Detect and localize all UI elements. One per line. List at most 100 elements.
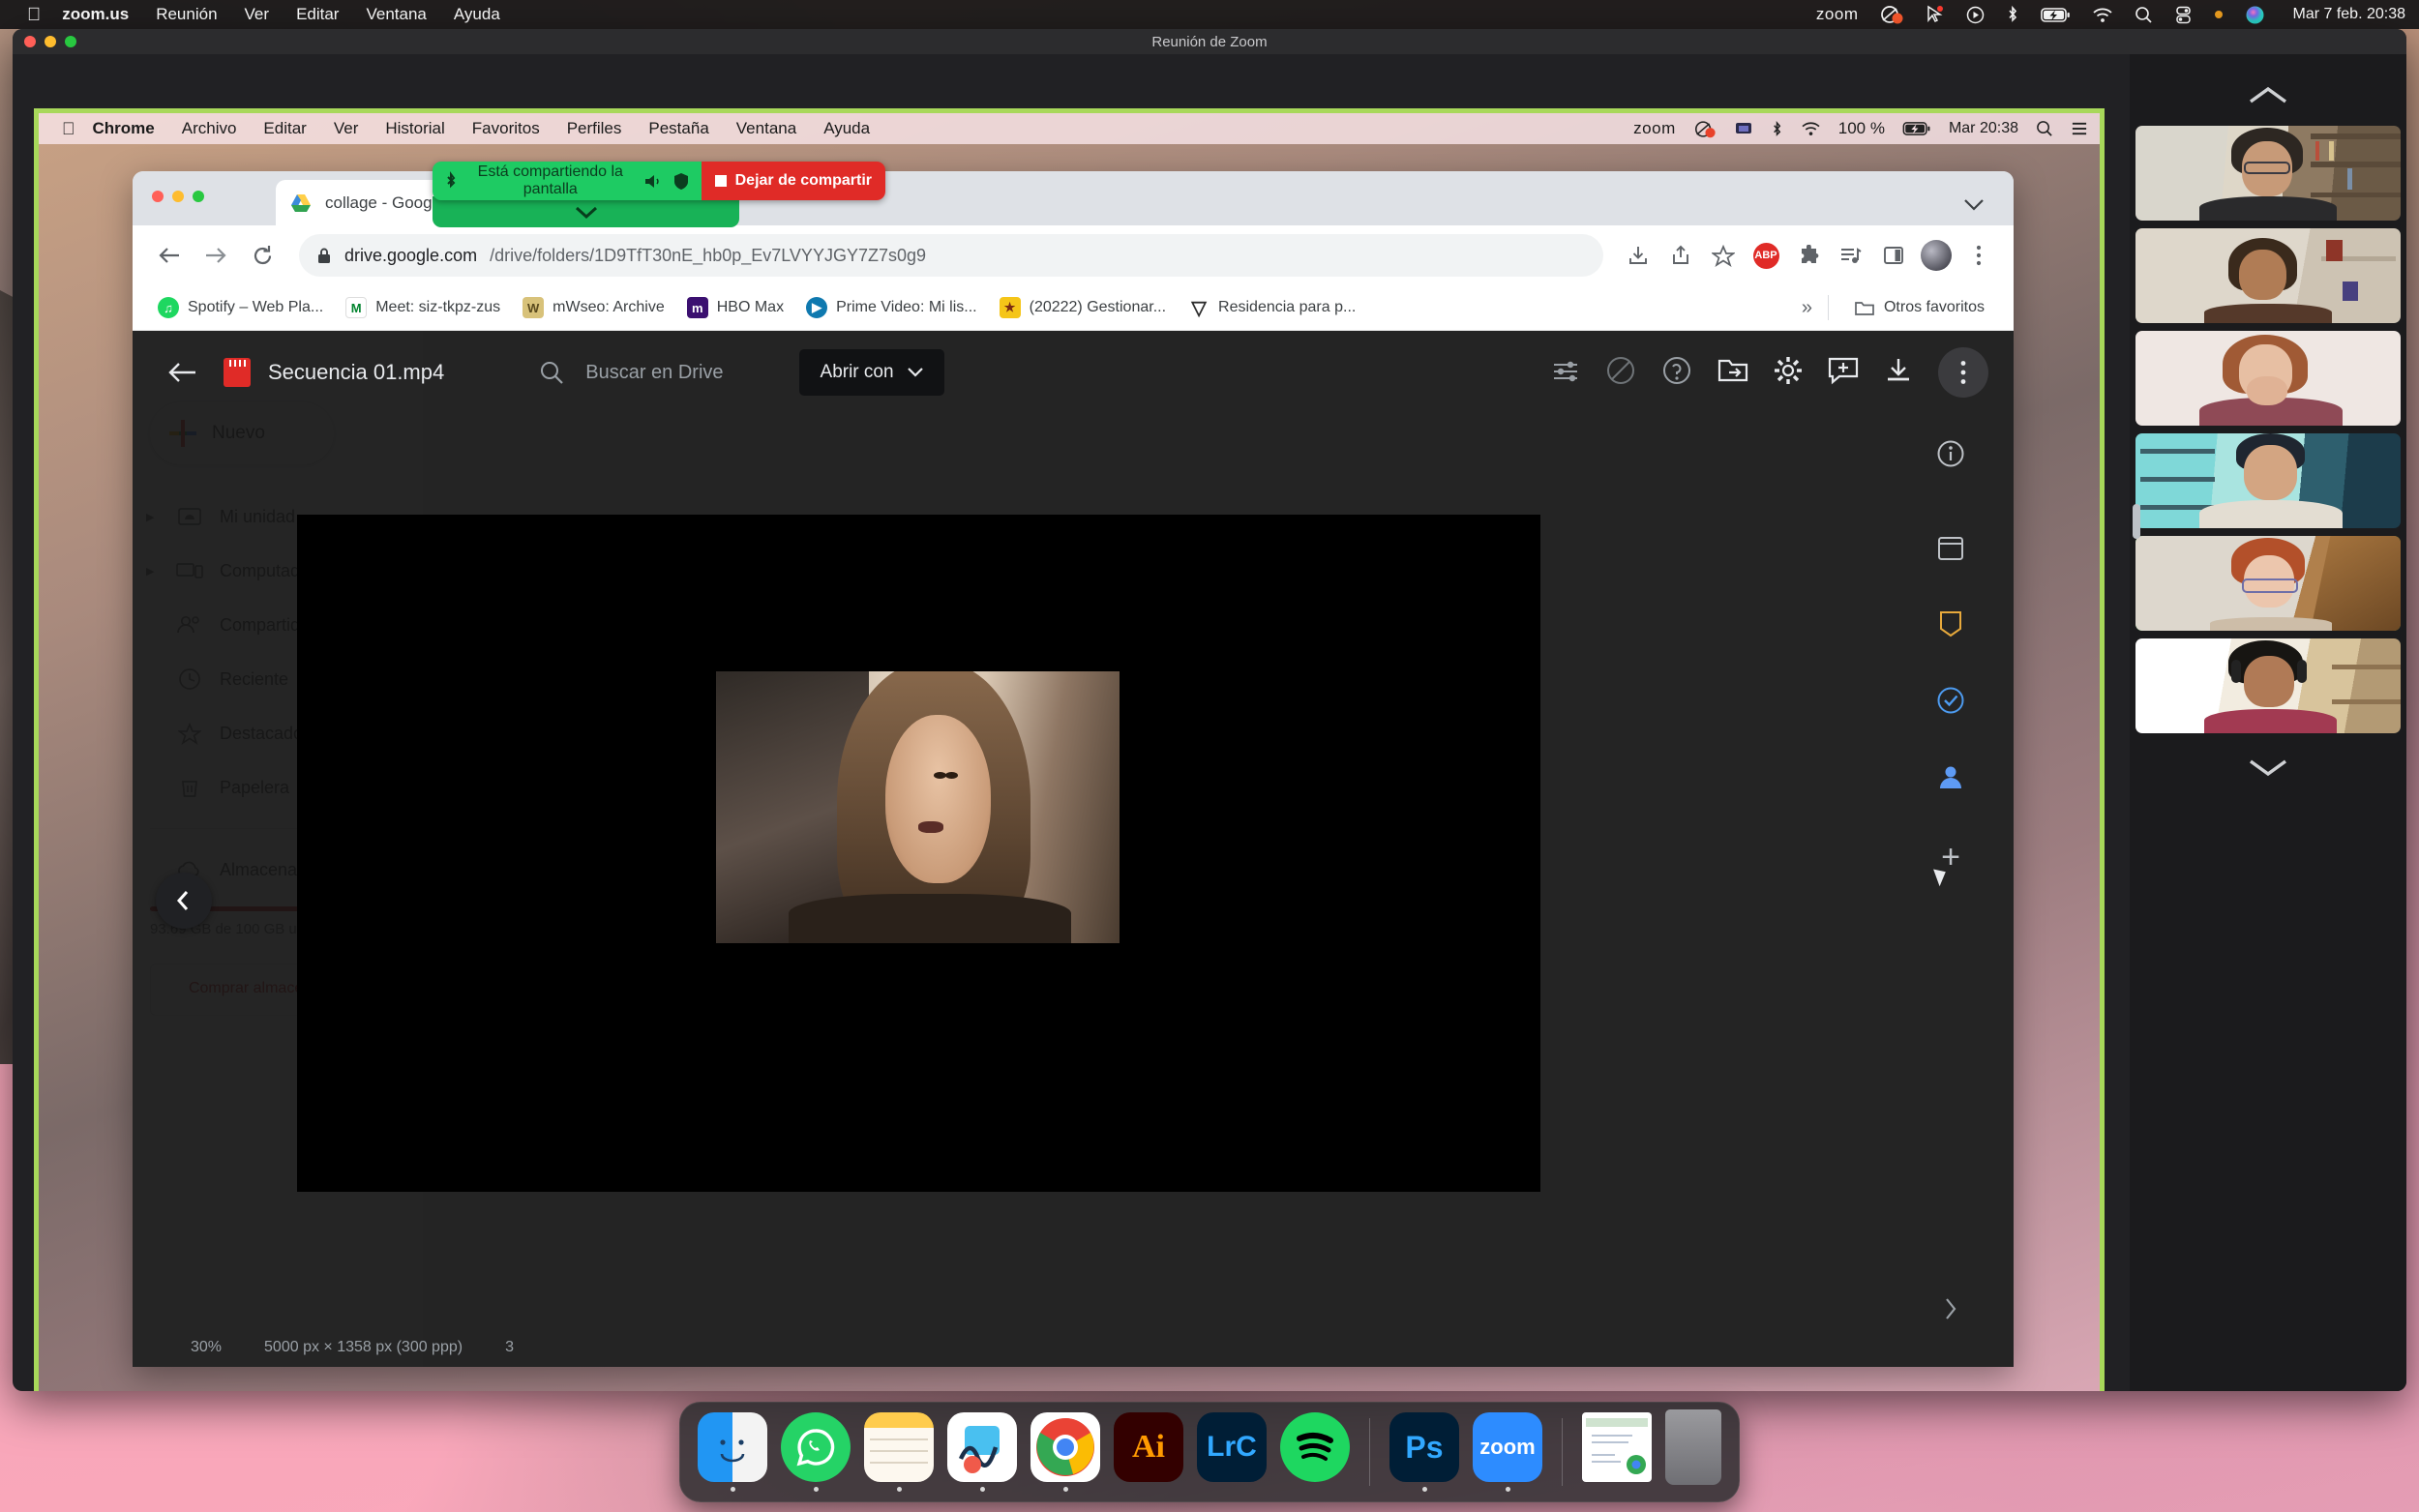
help-circle-icon[interactable]	[1661, 355, 1692, 391]
menu-item-zoomus[interactable]: zoom.us	[62, 5, 129, 24]
move-to-folder-icon[interactable]	[1717, 357, 1748, 388]
scroll-down-chevron-icon[interactable]	[2247, 741, 2289, 797]
screen-cursor-icon[interactable]	[1926, 5, 1945, 24]
shared-wifi-icon[interactable]	[1801, 121, 1821, 136]
bookmark-meet[interactable]: M Meet: siz-tkpz-zus	[336, 291, 510, 324]
other-bookmarks-button[interactable]: Otros favoritos	[1844, 293, 1994, 323]
menubar-clock[interactable]: Mar 7 feb. 20:38	[2292, 6, 2405, 23]
sharing-status-bar[interactable]: Está compartiendo la pantalla	[433, 162, 702, 200]
zoom-status-label[interactable]: zoom	[1816, 5, 1859, 24]
bookmark-prime-video[interactable]: ▶ Prime Video: Mi lis...	[796, 291, 987, 324]
zoom-window-controls[interactable]	[24, 36, 76, 47]
shared-menu-item-pestana[interactable]: Pestaña	[648, 119, 708, 138]
speaker-icon[interactable]	[643, 173, 663, 190]
focus-dot-icon[interactable]	[2214, 10, 2224, 19]
dock-item-zoom[interactable]: zoom	[1473, 1412, 1542, 1492]
bookmark-spotify[interactable]: ♫ Spotify – Web Pla...	[148, 291, 333, 324]
video-player-stage[interactable]	[297, 515, 1540, 1192]
sidebar-collapse-button[interactable]	[156, 873, 212, 929]
bluetooth-icon[interactable]	[2006, 5, 2019, 24]
finder-icon[interactable]	[698, 1412, 767, 1482]
shared-screen-share-icon[interactable]	[1734, 120, 1753, 138]
download-icon[interactable]	[1884, 356, 1913, 390]
shared-menu-item-favoritos[interactable]: Favoritos	[472, 119, 540, 138]
shared-zoom-recording-icon[interactable]	[1693, 120, 1717, 138]
filmstrip-scrollbar[interactable]	[2133, 504, 2140, 539]
kebab-menu-icon[interactable]	[1959, 236, 1998, 275]
participant-tile[interactable]	[2135, 126, 2401, 221]
minimized-window-icon[interactable]	[1582, 1412, 1652, 1482]
notes-icon[interactable]	[864, 1412, 934, 1482]
address-bar[interactable]: drive.google.com/drive/folders/1D9TfT30n…	[299, 234, 1603, 277]
back-arrow-icon[interactable]	[148, 234, 191, 277]
wifi-icon[interactable]	[2092, 7, 2113, 23]
maximize-window-button[interactable]	[65, 36, 76, 47]
menu-item-ventana[interactable]: Ventana	[366, 5, 426, 24]
spotlight-search-icon[interactable]	[2135, 6, 2153, 24]
trash-icon[interactable]	[1665, 1409, 1721, 1485]
kebab-menu-icon[interactable]	[1938, 347, 1988, 398]
bookmark-gestionar[interactable]: ★ (20222) Gestionar...	[990, 291, 1176, 324]
contacts-icon[interactable]	[1937, 762, 1964, 796]
bookmarks-overflow-button[interactable]: »	[1802, 297, 1812, 319]
lightroom-classic-icon[interactable]: LrC	[1197, 1412, 1267, 1482]
extensions-puzzle-icon[interactable]	[1789, 236, 1828, 275]
siri-icon[interactable]	[2245, 5, 2265, 25]
dock-item-photoshop[interactable]: Ps	[1389, 1412, 1459, 1492]
shared-spotlight-search-icon[interactable]	[2036, 120, 2053, 137]
bookmark-mwseo[interactable]: W mWseo: Archive	[513, 291, 674, 324]
shared-menu-item-archivo[interactable]: Archivo	[182, 119, 237, 138]
shared-menubar-clock[interactable]: Mar 20:38	[1949, 120, 2018, 137]
dock-item-freeform[interactable]	[947, 1412, 1017, 1492]
whatsapp-icon[interactable]	[781, 1412, 851, 1482]
tune-settings-icon[interactable]	[1551, 358, 1580, 388]
shared-menu-item-ayuda[interactable]: Ayuda	[823, 119, 870, 138]
control-center-icon[interactable]	[2174, 6, 2193, 24]
menu-item-editar[interactable]: Editar	[296, 5, 339, 24]
shared-menu-item-editar[interactable]: Editar	[263, 119, 306, 138]
share-icon[interactable]	[1661, 236, 1700, 275]
zoom-icon[interactable]: zoom	[1473, 1412, 1542, 1482]
illustrator-icon[interactable]: Ai	[1114, 1412, 1183, 1482]
calendar-icon[interactable]	[1936, 533, 1965, 567]
dock-item-trash[interactable]	[1665, 1409, 1721, 1495]
dock-item-chrome[interactable]	[1030, 1412, 1100, 1492]
shared-menu-item-ver[interactable]: Ver	[334, 119, 359, 138]
participant-tile-active-speaker[interactable]	[2135, 536, 2401, 631]
spotify-icon[interactable]	[1280, 1412, 1350, 1482]
tab-search-chevron-down-icon[interactable]	[1963, 195, 1985, 216]
gear-icon[interactable]	[1774, 356, 1803, 390]
media-playlist-icon[interactable]	[1832, 236, 1870, 275]
info-circle-icon[interactable]	[1936, 439, 1965, 473]
chrome-maximize-button[interactable]	[193, 191, 204, 202]
shared-screen-viewport[interactable]:  Chrome Archivo Editar Ver Historial Fa…	[34, 108, 2105, 1391]
bookmark-hbomax[interactable]: m HBO Max	[677, 291, 793, 324]
participant-tile[interactable]	[2135, 638, 2401, 733]
open-with-button[interactable]: Abrir con	[798, 349, 944, 396]
side-panel-icon[interactable]	[1874, 236, 1913, 275]
shield-icon[interactable]	[672, 172, 690, 191]
chrome-minimize-button[interactable]	[172, 191, 184, 202]
menu-item-ver[interactable]: Ver	[245, 5, 270, 24]
forward-arrow-icon[interactable]	[194, 234, 237, 277]
close-window-button[interactable]	[24, 36, 36, 47]
adblock-plus-icon[interactable]: ABP	[1747, 236, 1785, 275]
dock-item-whatsapp[interactable]	[781, 1412, 851, 1492]
shared-menu-item-historial[interactable]: Historial	[385, 119, 444, 138]
minimize-window-button[interactable]	[45, 36, 56, 47]
chrome-icon[interactable]	[1030, 1412, 1100, 1482]
shared-zoom-status-label[interactable]: zoom	[1633, 119, 1676, 138]
apple-menu-icon[interactable]: 	[27, 6, 41, 24]
play-icon[interactable]	[1966, 6, 1985, 24]
participant-tile[interactable]	[2135, 331, 2401, 426]
keep-icon[interactable]	[1937, 609, 1964, 643]
chrome-window-controls[interactable]	[152, 191, 204, 202]
dock-item-lightroom-classic[interactable]: LrC	[1197, 1412, 1267, 1492]
menu-item-ayuda[interactable]: Ayuda	[454, 5, 500, 24]
shared-menu-item-ventana[interactable]: Ventana	[736, 119, 796, 138]
zoom-recording-icon[interactable]	[1879, 5, 1904, 24]
battery-charging-icon[interactable]	[2041, 7, 2071, 23]
photoshop-icon[interactable]: Ps	[1389, 1412, 1459, 1482]
shared-bluetooth-icon[interactable]	[1771, 120, 1783, 138]
dock-item-illustrator[interactable]: Ai	[1114, 1412, 1183, 1492]
